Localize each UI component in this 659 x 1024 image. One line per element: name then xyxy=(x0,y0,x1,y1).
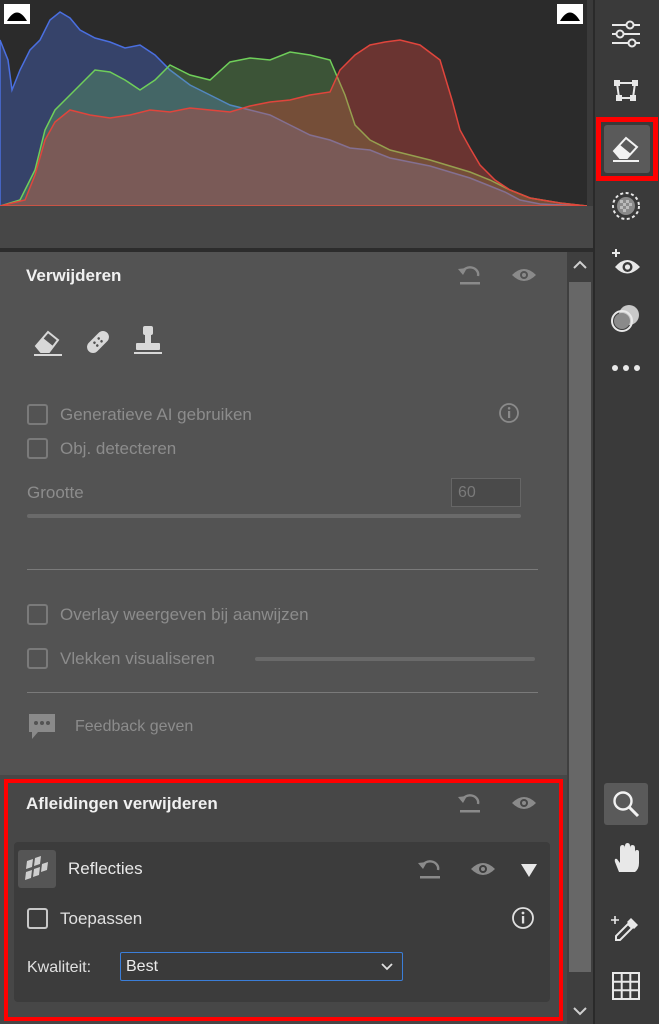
overlay-checkbox[interactable] xyxy=(27,604,48,625)
detect-objects-row[interactable]: Obj. detecteren xyxy=(27,438,176,459)
detect-objects-label: Obj. detecteren xyxy=(60,438,177,458)
panel-scrollbar[interactable] xyxy=(567,252,593,1024)
scroll-thumb[interactable] xyxy=(569,282,591,972)
masking-icon[interactable] xyxy=(598,180,654,232)
visualize-spots-row[interactable]: Vlekken visualiseren xyxy=(27,648,215,669)
apply-label: Toepassen xyxy=(60,908,143,928)
reflections-eye-icon[interactable] xyxy=(468,857,498,881)
histogram xyxy=(0,0,587,206)
feedback-icon[interactable] xyxy=(24,708,60,744)
overlay-row[interactable]: Overlay weergeven bij aanwijzen xyxy=(27,604,309,625)
scroll-up-icon[interactable] xyxy=(567,252,593,278)
visualize-spots-slider[interactable] xyxy=(255,657,535,661)
quality-select[interactable]: Best xyxy=(120,952,403,981)
visualize-spots-checkbox[interactable] xyxy=(27,648,48,669)
zoom-icon[interactable] xyxy=(598,778,654,830)
size-label: Grootte xyxy=(27,483,84,502)
reflections-label: Reflecties xyxy=(68,859,143,878)
feedback-label[interactable]: Feedback geven xyxy=(75,718,193,736)
quality-label: Kwaliteit: xyxy=(27,959,92,976)
divider-2 xyxy=(27,692,538,693)
edit-sliders-icon[interactable] xyxy=(598,8,654,60)
reflections-icon xyxy=(18,850,56,888)
clone-stamp-icon[interactable] xyxy=(130,322,166,358)
crop-transform-icon[interactable] xyxy=(598,64,654,116)
presets-icon[interactable] xyxy=(598,292,654,344)
distraction-reset-icon[interactable] xyxy=(455,791,485,815)
hand-icon[interactable] xyxy=(598,832,654,884)
size-input[interactable]: 60 xyxy=(451,478,521,507)
highlight-clipping-icon[interactable] xyxy=(557,4,583,24)
remove-section-title: Verwijderen xyxy=(26,266,122,285)
generative-ai-label: Generatieve AI gebruiken xyxy=(60,404,252,424)
reflections-info-icon[interactable] xyxy=(508,906,538,930)
generative-ai-checkbox[interactable] xyxy=(27,404,48,425)
generative-ai-row[interactable]: Generatieve AI gebruiken xyxy=(27,404,252,425)
eraser-highlight-frame xyxy=(596,117,658,181)
quality-value: Best xyxy=(126,958,159,975)
visualize-spots-label: Vlekken visualiseren xyxy=(60,648,215,668)
reflections-collapse-icon[interactable] xyxy=(514,858,544,882)
apply-row[interactable]: Toepassen xyxy=(27,908,142,929)
red-eye-icon[interactable] xyxy=(598,238,654,290)
reset-icon[interactable] xyxy=(455,263,485,287)
info-icon[interactable] xyxy=(494,401,524,425)
more-icon[interactable] xyxy=(598,342,654,394)
histogram-graph xyxy=(0,11,587,206)
visibility-eye-icon[interactable] xyxy=(509,263,539,287)
reflections-reset-icon[interactable] xyxy=(415,857,445,881)
scroll-down-icon[interactable] xyxy=(567,998,593,1024)
overlay-label: Overlay weergeven bij aanwijzen xyxy=(60,604,309,624)
distraction-eye-icon[interactable] xyxy=(509,791,539,815)
chevron-down-icon xyxy=(381,963,393,971)
shadow-clipping-icon[interactable] xyxy=(4,4,30,24)
healing-bandage-icon[interactable] xyxy=(80,324,116,360)
size-slider[interactable] xyxy=(27,514,521,518)
apply-checkbox[interactable] xyxy=(27,908,48,929)
detect-objects-checkbox[interactable] xyxy=(27,438,48,459)
grid-icon[interactable] xyxy=(598,960,654,1012)
eraser-tool-icon[interactable] xyxy=(30,324,66,360)
histogram-footer xyxy=(0,206,593,248)
divider-1 xyxy=(27,569,538,570)
distraction-section-title: Afleidingen verwijderen xyxy=(26,794,218,813)
eyedropper-icon[interactable] xyxy=(598,904,654,956)
